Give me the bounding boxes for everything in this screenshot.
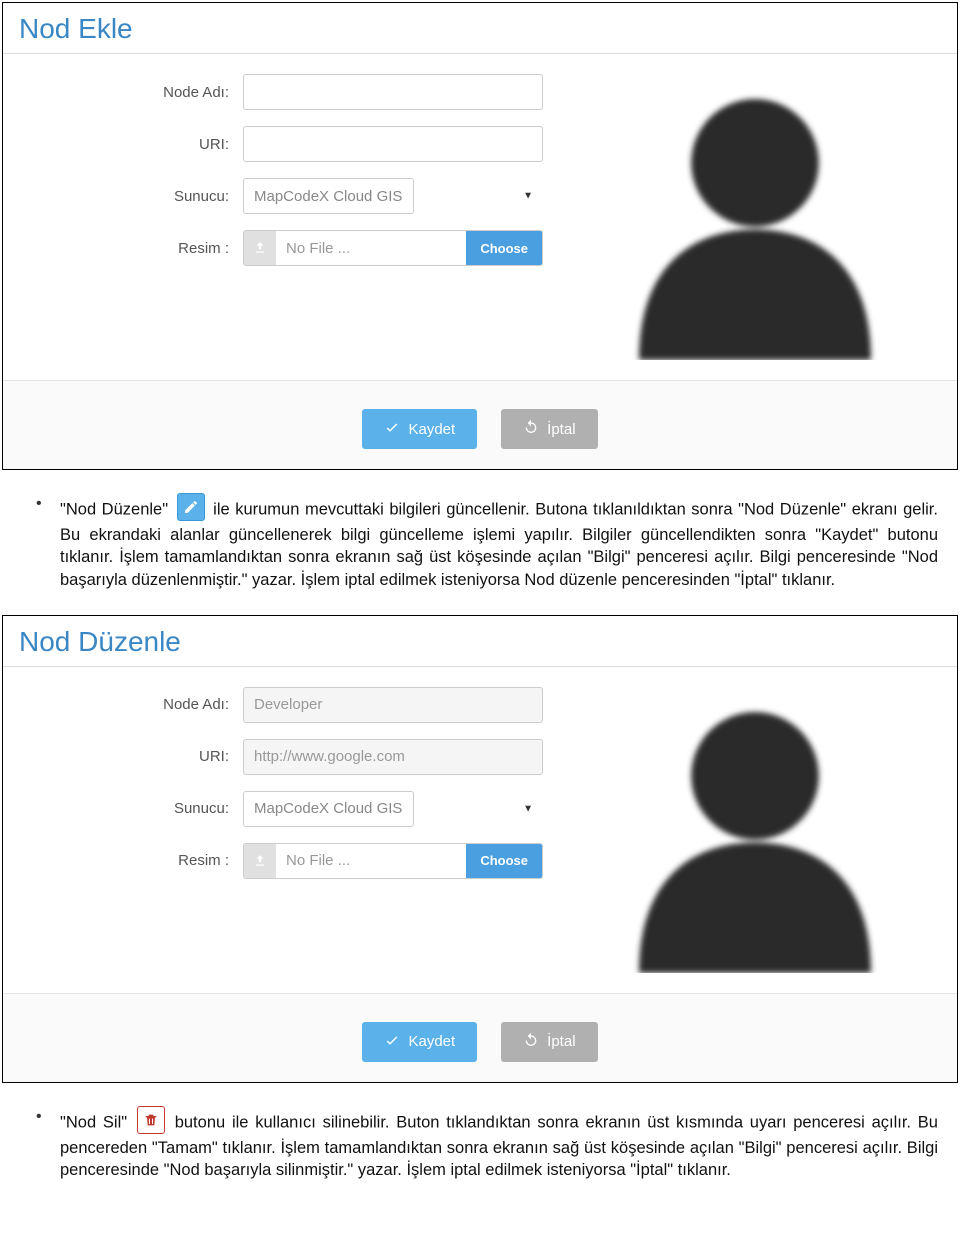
chevron-down-icon: ▼	[523, 803, 533, 814]
label-node-name: Node Adı:	[33, 84, 243, 101]
row-uri: URI:	[33, 126, 543, 162]
bullet-delete: • "Nod Sil" butonu ile kullanıcı silineb…	[0, 1103, 960, 1204]
row-server: Sunucu: MapCodeX Cloud GIS ▼	[33, 791, 543, 827]
person-icon	[610, 70, 900, 360]
panel-footer: Kaydet İptal	[3, 380, 957, 469]
upload-icon	[244, 844, 276, 878]
select-server[interactable]: MapCodeX Cloud GIS	[243, 178, 414, 214]
file-picker: No File ... Choose	[243, 843, 543, 879]
avatar-preview	[583, 681, 927, 973]
save-label: Kaydet	[408, 1033, 455, 1050]
choose-button[interactable]: Choose	[466, 231, 542, 265]
delete-suffix: butonu ile kullanıcı silinebilir. Buton …	[60, 1113, 938, 1179]
label-uri: URI:	[33, 748, 243, 765]
row-server: Sunucu: MapCodeX Cloud GIS ▼	[33, 178, 543, 214]
file-text: No File ...	[276, 231, 466, 265]
row-uri: URI:	[33, 739, 543, 775]
choose-button[interactable]: Choose	[466, 844, 542, 878]
cancel-label: İptal	[547, 1033, 575, 1050]
input-node-name[interactable]	[243, 74, 543, 110]
delete-description: "Nod Sil" butonu ile kullanıcı silinebil…	[60, 1109, 938, 1182]
edit-prefix: "Nod Düzenle"	[60, 500, 174, 518]
upload-icon	[244, 231, 276, 265]
edit-icon[interactable]	[177, 493, 205, 521]
file-picker: No File ... Choose	[243, 230, 543, 266]
panel-body: Node Adı: URI: Sunucu: MapCodeX Cloud GI…	[3, 673, 957, 985]
chevron-down-icon: ▼	[523, 191, 533, 202]
trash-icon[interactable]	[137, 1106, 165, 1134]
panel-nod-ekle: Nod Ekle Node Adı: URI: Sunucu: MapCodeX…	[2, 2, 958, 470]
cancel-button[interactable]: İptal	[501, 409, 597, 449]
row-node-name: Node Adı:	[33, 74, 543, 110]
input-uri[interactable]	[243, 126, 543, 162]
panel-nod-duzenle: Nod Düzenle Node Adı: URI: Sunucu: MapCo…	[2, 615, 958, 1083]
avatar-preview	[583, 68, 927, 360]
cancel-label: İptal	[547, 421, 575, 438]
person-icon	[610, 683, 900, 973]
label-server: Sunucu:	[33, 188, 243, 205]
panel-footer: Kaydet İptal	[3, 993, 957, 1082]
input-uri[interactable]	[243, 739, 543, 775]
save-button[interactable]: Kaydet	[362, 1022, 477, 1062]
undo-icon	[523, 419, 539, 439]
bullet-icon: •	[36, 1109, 42, 1125]
panel-title: Nod Ekle	[3, 3, 957, 54]
file-text: No File ...	[276, 844, 466, 878]
label-image: Resim :	[33, 852, 243, 869]
cancel-button[interactable]: İptal	[501, 1022, 597, 1062]
label-uri: URI:	[33, 136, 243, 153]
check-icon	[384, 1032, 400, 1052]
edit-description: "Nod Düzenle" ile kurumun mevcuttaki bil…	[60, 496, 938, 591]
row-image: Resim : No File ... Choose	[33, 230, 543, 266]
check-icon	[384, 419, 400, 439]
delete-prefix: "Nod Sil"	[60, 1113, 134, 1131]
bullet-edit: • "Nod Düzenle" ile kurumun mevcuttaki b…	[0, 490, 960, 613]
label-image: Resim :	[33, 240, 243, 257]
label-server: Sunucu:	[33, 800, 243, 817]
row-node-name: Node Adı:	[33, 687, 543, 723]
panel-title: Nod Düzenle	[3, 616, 957, 667]
save-button[interactable]: Kaydet	[362, 409, 477, 449]
form-area: Node Adı: URI: Sunucu: MapCodeX Cloud GI…	[33, 68, 543, 360]
label-node-name: Node Adı:	[33, 696, 243, 713]
save-label: Kaydet	[408, 421, 455, 438]
select-server[interactable]: MapCodeX Cloud GIS	[243, 791, 414, 827]
undo-icon	[523, 1032, 539, 1052]
input-node-name[interactable]	[243, 687, 543, 723]
bullet-icon: •	[36, 496, 42, 512]
form-area: Node Adı: URI: Sunucu: MapCodeX Cloud GI…	[33, 681, 543, 973]
panel-body: Node Adı: URI: Sunucu: MapCodeX Cloud GI…	[3, 60, 957, 372]
row-image: Resim : No File ... Choose	[33, 843, 543, 879]
